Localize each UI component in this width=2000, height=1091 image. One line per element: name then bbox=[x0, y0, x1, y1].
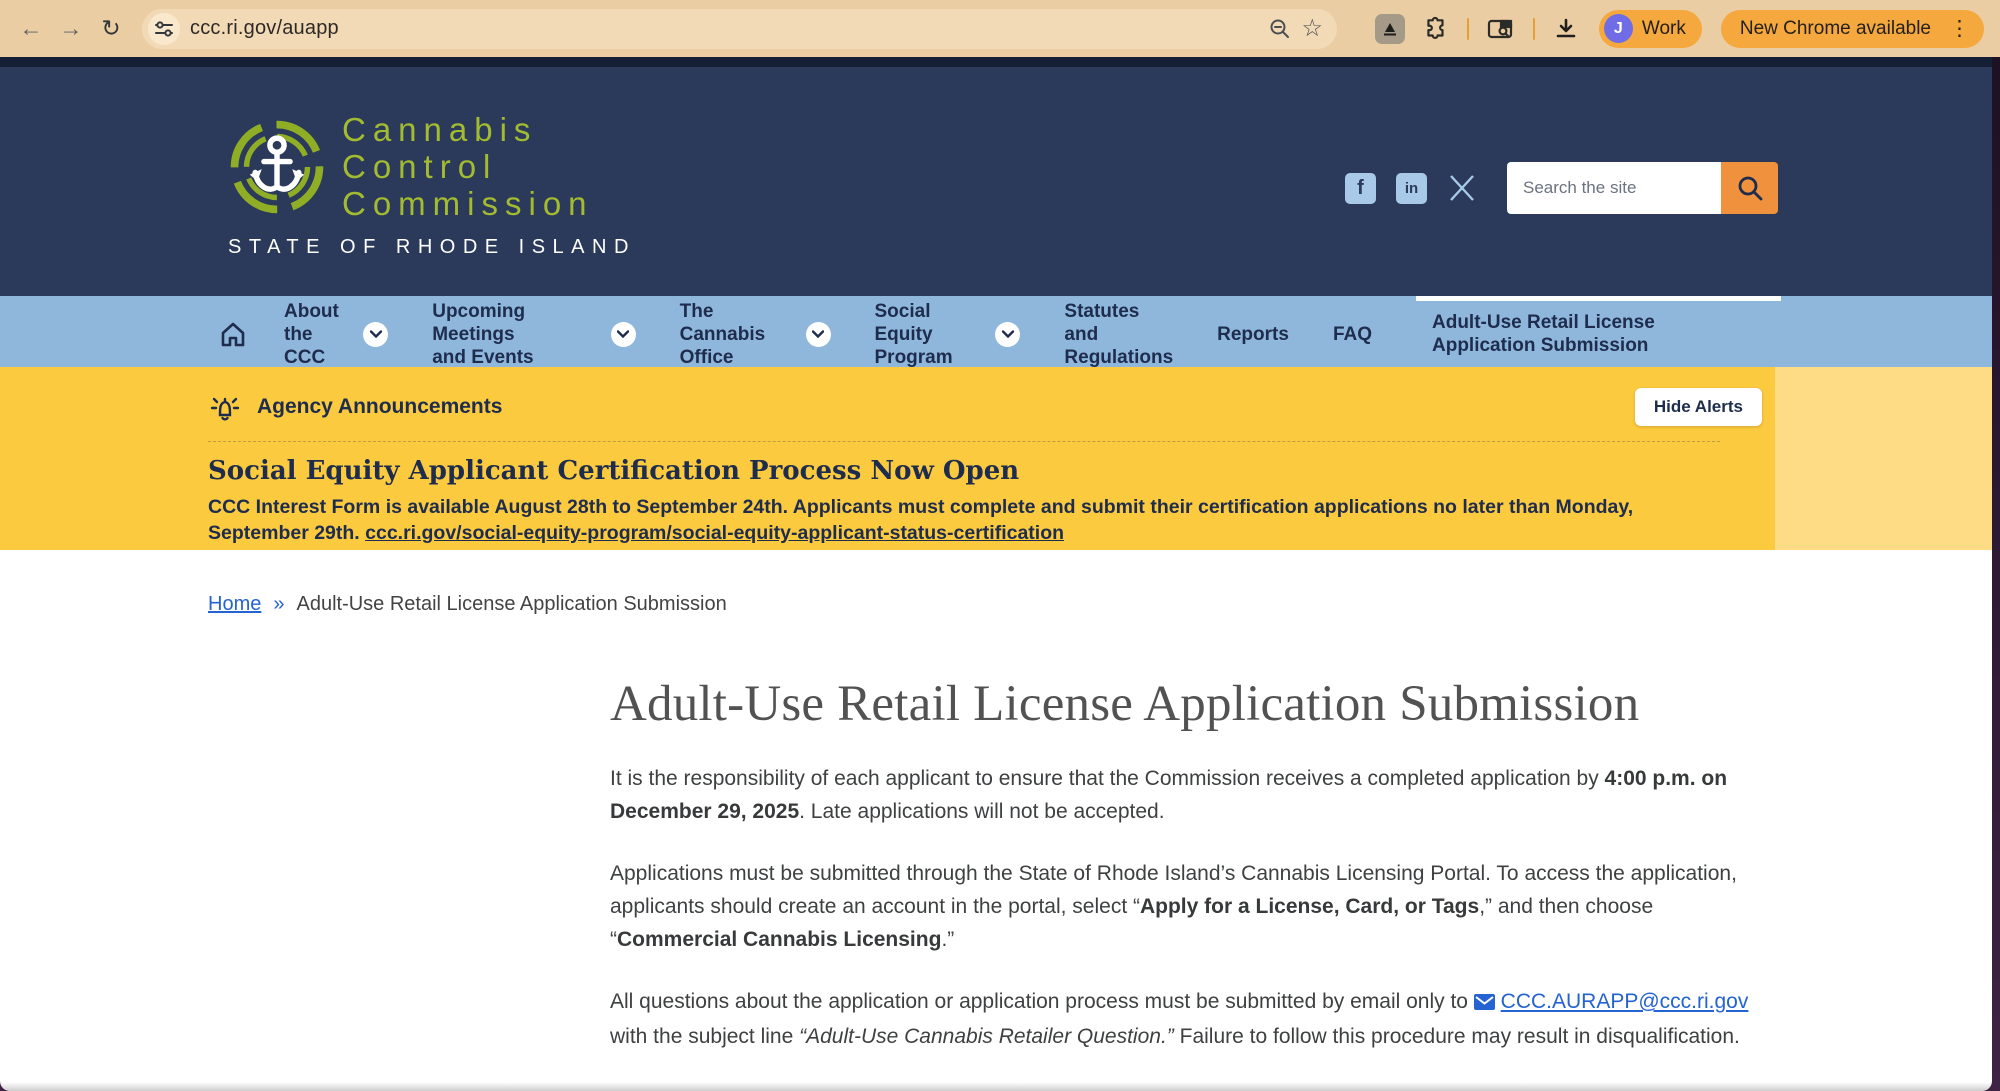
announcement-body: CCC Interest Form is available August 28… bbox=[208, 496, 1634, 544]
announcement-link[interactable]: ccc.ri.gov/social-equity-program/social-… bbox=[365, 522, 1064, 544]
paragraph-portal: Applications must be submitted through t… bbox=[610, 862, 1737, 951]
breadcrumb: Home » Adult-Use Retail License Applicat… bbox=[208, 593, 1992, 616]
avatar: J bbox=[1603, 14, 1633, 43]
site-wordmark: Cannabis Control Commission bbox=[342, 111, 594, 222]
announcement-heading: Social Equity Applicant Certification Pr… bbox=[208, 456, 1020, 486]
url-text[interactable]: ccc.ri.gov/auapp bbox=[190, 17, 339, 40]
forward-button[interactable]: → bbox=[54, 12, 88, 46]
alert-banner: Agency Announcements Hide Alerts Social … bbox=[0, 367, 1992, 550]
email-icon bbox=[1473, 987, 1495, 1020]
update-chrome-button[interactable]: New Chrome available ⋮ bbox=[1720, 9, 1984, 48]
toolbar-icons bbox=[1374, 13, 1579, 44]
webpage: Cannabis Control Commission STATE OF RHO… bbox=[0, 57, 1992, 1091]
email-link[interactable]: CCC.AURAPP@ccc.ri.gov bbox=[1501, 990, 1749, 1013]
browser-toolbar: ← → ↻ ccc.ri.gov/auapp ☆ J Work New Chro… bbox=[0, 0, 2000, 57]
search-button[interactable] bbox=[1721, 162, 1778, 214]
article: Adult-Use Retail License Application Sub… bbox=[610, 675, 1778, 1053]
nav-adult-use-application[interactable]: Adult-Use Retail License Application Sub… bbox=[1416, 296, 1781, 367]
main-navigation: About the CCC Upcoming Meetings and Even… bbox=[0, 296, 1992, 368]
update-chrome-label: New Chrome available bbox=[1739, 17, 1931, 39]
nav-home[interactable] bbox=[218, 296, 248, 367]
desktop-edge bbox=[1992, 57, 2000, 1091]
extensions-icon[interactable] bbox=[1423, 16, 1449, 42]
address-bar[interactable]: ccc.ri.gov/auapp ☆ bbox=[142, 8, 1337, 49]
toolbar-divider bbox=[1532, 17, 1535, 40]
downloads-icon[interactable] bbox=[1553, 17, 1579, 41]
nav-social-equity-program[interactable]: Social Equity Program bbox=[875, 296, 1021, 368]
page-title: Adult-Use Retail License Application Sub… bbox=[610, 676, 1640, 732]
page-top-line bbox=[0, 57, 1992, 67]
paragraph-deadline: It is the responsibility of each applica… bbox=[610, 767, 1728, 823]
linkedin-icon[interactable]: in bbox=[1396, 172, 1427, 204]
profile-label: Work bbox=[1641, 17, 1686, 39]
main-content: Home » Adult-Use Retail License Applicat… bbox=[0, 593, 1992, 1053]
alert-title: Agency Announcements bbox=[257, 395, 503, 418]
back-button[interactable]: ← bbox=[14, 12, 48, 46]
reload-button[interactable]: ↻ bbox=[94, 12, 128, 46]
nav-upcoming-meetings[interactable]: Upcoming Meetings and Events bbox=[432, 296, 636, 368]
site-header: Cannabis Control Commission STATE OF RHO… bbox=[0, 67, 1992, 296]
zoom-icon[interactable] bbox=[1269, 18, 1291, 40]
toolbar-divider bbox=[1466, 17, 1469, 40]
chevron-down-icon[interactable] bbox=[995, 321, 1021, 347]
bookmark-star-icon[interactable]: ☆ bbox=[1301, 14, 1323, 43]
search-input[interactable] bbox=[1507, 162, 1721, 214]
site-logo[interactable]: Cannabis Control Commission STATE OF RHO… bbox=[228, 111, 636, 259]
hide-alerts-button[interactable]: Hide Alerts bbox=[1634, 388, 1762, 426]
profile-chip[interactable]: J Work bbox=[1598, 9, 1702, 48]
site-info-icon[interactable] bbox=[148, 12, 180, 45]
breadcrumb-home-link[interactable]: Home bbox=[208, 593, 261, 616]
facebook-icon[interactable]: f bbox=[1345, 172, 1376, 204]
paragraph-questions: All questions about the application or a… bbox=[610, 985, 1778, 1053]
search-tabs-icon[interactable] bbox=[1487, 17, 1515, 41]
social-links: f in bbox=[1345, 172, 1477, 204]
nav-statutes-regulations[interactable]: Statutes and Regulations bbox=[1064, 296, 1173, 368]
chevron-down-icon[interactable] bbox=[610, 321, 636, 347]
breadcrumb-current: Adult-Use Retail License Application Sub… bbox=[296, 593, 727, 615]
chevron-down-icon[interactable] bbox=[805, 321, 831, 347]
ccc-anchor-logo-icon bbox=[230, 120, 324, 213]
site-tagline: STATE OF RHODE ISLAND bbox=[228, 236, 636, 258]
menu-kebab-icon[interactable]: ⋮ bbox=[1943, 16, 1976, 41]
breadcrumb-separator: » bbox=[273, 593, 285, 615]
chevron-down-icon[interactable] bbox=[363, 321, 389, 347]
home-icon bbox=[221, 322, 245, 347]
pinned-extension-icon[interactable] bbox=[1374, 13, 1405, 44]
nav-about-the-ccc[interactable]: About the CCC bbox=[284, 296, 389, 368]
nav-reports[interactable]: Reports bbox=[1217, 296, 1289, 367]
nav-faq[interactable]: FAQ bbox=[1333, 296, 1372, 367]
site-search bbox=[1507, 162, 1778, 214]
alert-separator bbox=[208, 441, 1720, 442]
nav-cannabis-office[interactable]: The Cannabis Office bbox=[680, 296, 831, 368]
bell-icon bbox=[210, 397, 240, 421]
x-twitter-icon[interactable] bbox=[1447, 173, 1477, 203]
